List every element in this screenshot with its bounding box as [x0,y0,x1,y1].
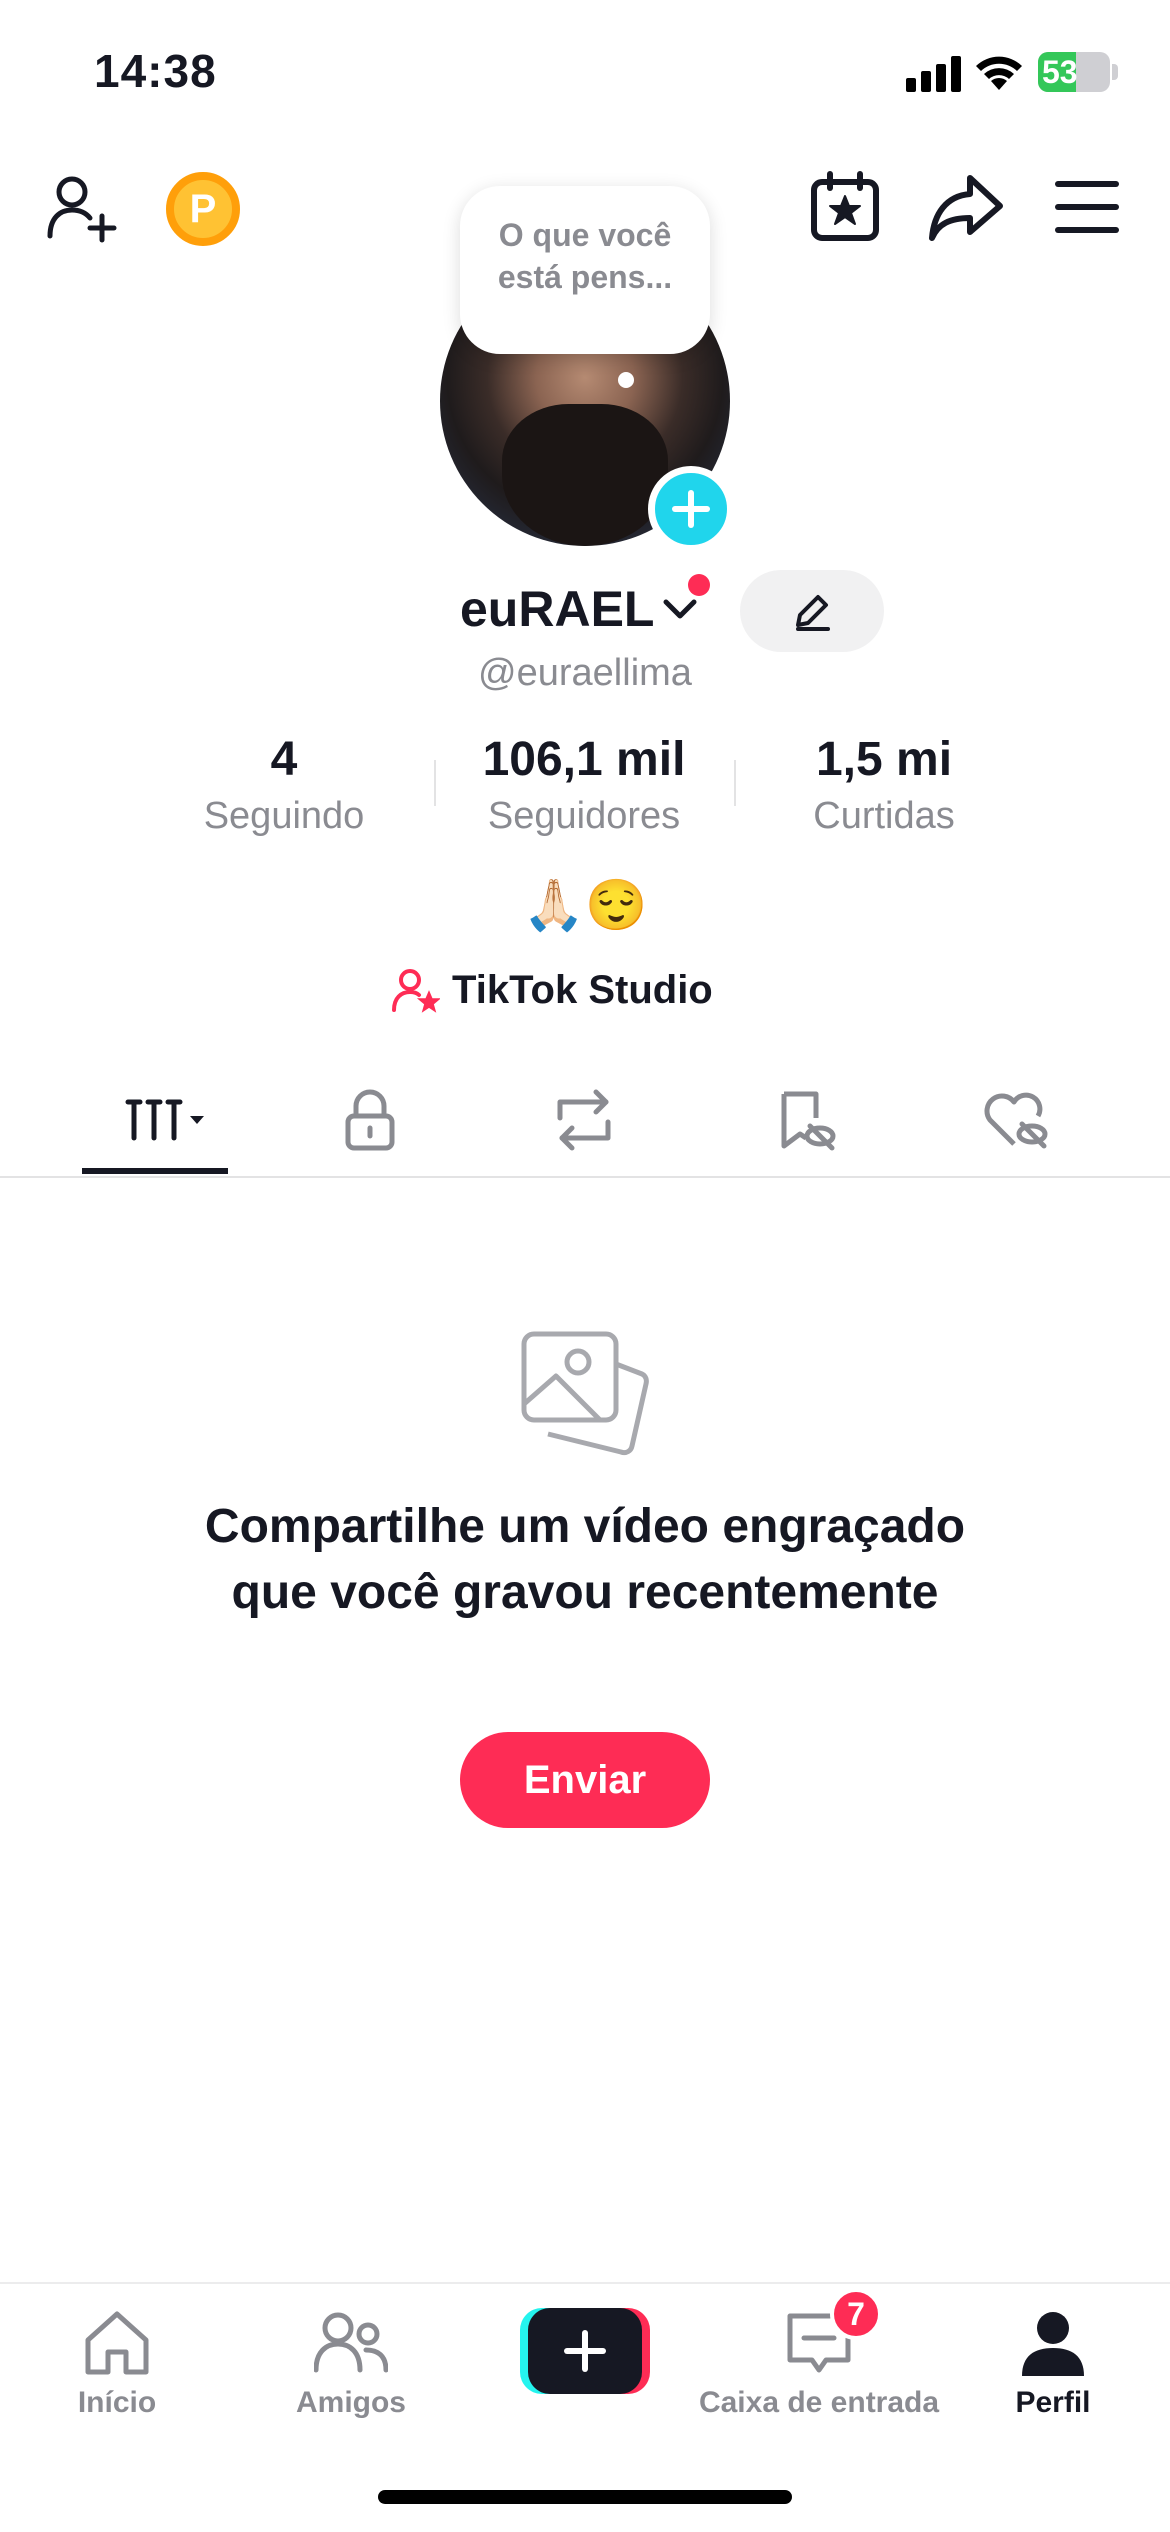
profile-bio: 🙏🏻😌 [522,877,648,933]
friends-icon [314,2312,388,2373]
nav-label: Caixa de entrada [698,2386,940,2419]
plus-icon [672,490,710,528]
wifi-icon [976,56,1022,90]
username: euRAEL [460,581,655,637]
nav-home[interactable]: Início [0,2306,234,2420]
tab-liked[interactable] [966,1080,1066,1160]
avatar-beard [502,404,668,546]
stat-value: 106,1 mil [482,733,686,786]
pencil-icon [796,595,830,631]
battery-nub [1112,64,1118,80]
coin-icon[interactable]: P [166,172,240,246]
battery-percent: 53 [1042,54,1078,90]
nav-label: Início [77,2386,157,2419]
create-button-core [528,2308,642,2394]
stat-value: 4 [270,733,298,786]
share-icon[interactable] [926,170,1006,244]
nav-profile[interactable]: Perfil [936,2306,1170,2420]
add-story-button[interactable] [648,466,734,552]
create-button[interactable] [520,2308,650,2394]
stat-followers[interactable]: 106,1 mil Seguidores [434,730,734,842]
empty-state-title: Compartilhe um vídeo engraçado que você … [204,1500,966,1619]
photos-icon [521,1331,649,1456]
stat-value: 1,5 mi [815,733,953,786]
calendar-star-icon[interactable] [808,170,882,244]
repost-icon [557,1089,611,1151]
lock-icon [345,1089,395,1151]
coin-letter: P [189,186,217,231]
add-friend-icon[interactable] [46,170,120,244]
nav-label: Perfil [1015,2386,1091,2419]
home-icon [85,2311,149,2375]
stat-label: Seguidores [487,795,681,837]
upload-button[interactable]: Enviar [460,1732,710,1828]
tab-private[interactable] [320,1080,420,1160]
chevron-down-icon [663,599,697,619]
favorites-hidden-icon [781,1091,836,1151]
nav-label: Amigos [295,2386,406,2419]
nav-inbox[interactable]: Caixa de entrada [698,2306,940,2420]
stat-following[interactable]: 4 Seguindo [134,730,434,842]
active-tab-indicator [82,1168,228,1174]
stat-label: Curtidas [813,795,955,837]
tiktok-studio-link[interactable]: TikTok Studio [392,958,713,1022]
stat-label: Seguindo [203,795,365,837]
plus-icon [564,2330,606,2372]
status-time: 14:38 [94,45,217,97]
menu-icon[interactable] [1054,176,1120,238]
tab-videos[interactable] [82,1080,228,1160]
studio-label: TikTok Studio [452,967,713,1012]
profile-stats: 4 Seguindo 106,1 mil Seguidores 1,5 mi C… [0,730,1170,840]
liked-hidden-icon [984,1092,1048,1149]
notification-dot [688,574,710,596]
username-row[interactable]: euRAEL [460,574,700,644]
profile-tabs [0,1066,1170,1178]
stat-likes[interactable]: 1,5 mi Curtidas [734,730,1034,842]
user-handle: @euraellima [478,652,692,694]
cellular-signal-icon [906,56,961,92]
status-bar: 14:38 53 [0,0,1170,140]
tab-favorites[interactable] [754,1080,854,1160]
thought-bubble-tail [618,372,634,388]
profile-icon [1022,2312,1084,2376]
inbox-badge: 7 [830,2288,882,2340]
creator-star-icon [392,969,440,1013]
thought-bubble[interactable]: O que você está pens... [460,186,710,354]
videos-grid-icon [125,1099,204,1141]
edit-profile-button[interactable] [740,570,884,652]
home-indicator [378,2490,792,2504]
nav-friends[interactable]: Amigos [234,2306,468,2420]
tab-reposts[interactable] [534,1080,634,1160]
battery-icon: 53 [1038,52,1110,92]
